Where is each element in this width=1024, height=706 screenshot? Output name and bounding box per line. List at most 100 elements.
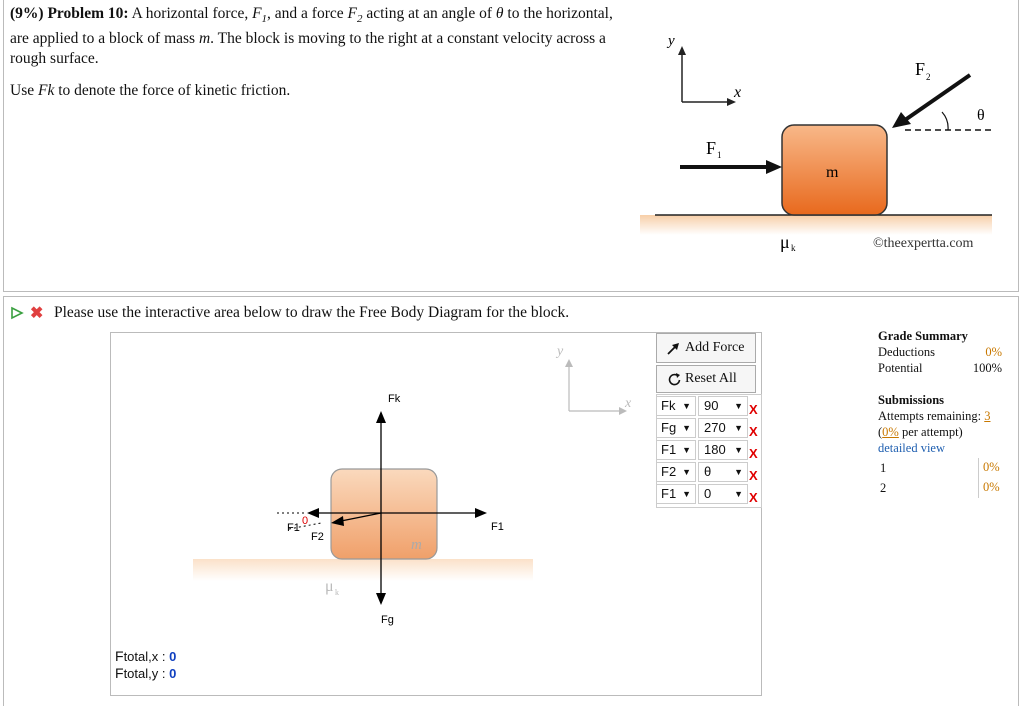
- force-name-select[interactable]: F2 ▼: [656, 462, 696, 482]
- figure-f2-label: F: [915, 59, 925, 79]
- dropdown-caret-icon: ▼: [682, 467, 691, 477]
- figure-axes: [678, 46, 736, 106]
- force-angle: 270: [704, 420, 726, 435]
- force-angle-select[interactable]: 90 ▼: [698, 396, 748, 416]
- f1-right-vector-label: F1: [491, 521, 504, 533]
- submission-score: 0%: [978, 478, 1000, 498]
- canvas-mu-subscript: k: [335, 588, 339, 597]
- fbd-drawing-area[interactable]: y x m μ k Fk Fg F1 F1 F2 0: [111, 333, 656, 695]
- add-force-label: Add Force: [685, 340, 745, 355]
- problem-text-c: acting at an angle of: [362, 5, 496, 22]
- problem-text-a: A horizontal force,: [131, 5, 253, 22]
- submission-number: 1: [880, 461, 887, 475]
- add-force-button[interactable]: Add Force: [656, 333, 756, 363]
- total-y-label: total,y: [123, 666, 159, 681]
- f2-symbol: F: [347, 5, 357, 22]
- part-prompt: Please use the interactive area below to…: [54, 304, 570, 321]
- force-angle-select[interactable]: 0 ▼: [698, 484, 748, 504]
- problem-hint: Use Fk to denote the force of kinetic fr…: [10, 82, 290, 100]
- total-x-label: total,x: [123, 649, 159, 664]
- figure-theta-label: θ: [977, 107, 985, 124]
- detailed-view-link[interactable]: detailed view: [878, 440, 1008, 456]
- reset-all-button[interactable]: Reset All: [656, 365, 756, 393]
- dropdown-caret-icon: ▼: [682, 489, 691, 499]
- force-name: Fg: [661, 420, 677, 435]
- dropdown-caret-icon: ▼: [682, 401, 691, 411]
- force-name-select[interactable]: Fk ▼: [656, 396, 696, 416]
- figure-f2-arrow: [903, 73, 972, 122]
- f1-symbol: F: [252, 5, 262, 22]
- deductions-label: Deductions: [878, 345, 935, 359]
- hint-symbol: Fk: [37, 82, 55, 99]
- total-x-row: Ftotal,x : 0: [115, 648, 177, 664]
- dropdown-caret-icon: ▼: [682, 423, 691, 433]
- force-angle-select[interactable]: 270 ▼: [698, 418, 748, 438]
- attempts-value: 3: [984, 409, 991, 423]
- submission-number: 2: [880, 481, 887, 495]
- reset-all-label: Reset All: [685, 371, 737, 386]
- figure-copyright: ©theexpertta.com: [873, 236, 974, 251]
- total-y-row: Ftotal,y : 0: [115, 665, 177, 681]
- expand-play-icon[interactable]: [10, 306, 24, 320]
- force-angle: 180: [704, 442, 726, 457]
- total-x-f: F: [115, 648, 124, 664]
- force-angle: 0: [704, 486, 712, 501]
- delete-force-button[interactable]: X: [749, 424, 758, 439]
- submission-score: 0%: [978, 458, 1000, 478]
- deductions-row: Deductions 0%: [878, 344, 1008, 360]
- force-name: F2: [661, 464, 677, 479]
- f2-vector-label: F2: [311, 531, 324, 543]
- theta-symbol: θ: [495, 5, 504, 22]
- figure-floor: [640, 215, 992, 235]
- force-row: F1 ▼ 180 ▼ X: [656, 440, 762, 462]
- submissions-title: Submissions: [878, 393, 945, 407]
- attempts-row: Attempts remaining: 3: [878, 408, 1008, 424]
- force-totals: Ftotal,x : 0 Ftotal,y : 0: [115, 648, 176, 682]
- force-name-select[interactable]: F1 ▼: [656, 484, 696, 504]
- attempts-label: Attempts remaining:: [878, 409, 982, 423]
- delete-force-button[interactable]: X: [749, 446, 758, 461]
- force-name: Fk: [661, 398, 676, 413]
- grade-summary-title: Grade Summary: [878, 329, 968, 343]
- force-angle-select[interactable]: θ ▼: [698, 462, 748, 482]
- canvas-y-label: y: [555, 344, 564, 359]
- canvas-x-label: x: [624, 396, 632, 411]
- force-name-select[interactable]: Fg ▼: [656, 418, 696, 438]
- dropdown-caret-icon: ▼: [734, 401, 743, 411]
- reset-icon: [668, 373, 681, 386]
- force-row: F1 ▼ 0 ▼ X: [656, 484, 762, 506]
- potential-value: 100%: [972, 361, 1002, 375]
- delete-force-button[interactable]: X: [749, 468, 758, 483]
- dropdown-caret-icon: ▼: [734, 489, 743, 499]
- total-y-f: F: [115, 665, 124, 681]
- figure-mu-label: μ: [780, 232, 790, 252]
- canvas-floor: [193, 559, 533, 581]
- total-x-value: 0: [169, 649, 177, 664]
- canvas-mu-label: μ: [325, 578, 334, 595]
- hint-text-a: Use: [10, 82, 38, 99]
- figure-mass-label: m: [826, 164, 839, 181]
- force-name-select[interactable]: F1 ▼: [656, 440, 696, 460]
- figure-angle-arc: [941, 111, 949, 131]
- potential-row: Potential 100%: [878, 360, 1008, 376]
- f2-angle-label: 0: [302, 515, 308, 527]
- problem-text-b: , and a force: [267, 5, 348, 22]
- canvas-axes: [565, 359, 627, 415]
- delete-force-button[interactable]: X: [749, 402, 758, 417]
- per-attempt-pct: 0%: [882, 425, 899, 439]
- per-attempt-text: per attempt): [898, 425, 963, 439]
- figure-x-label: x: [733, 84, 741, 101]
- force-angle: θ: [704, 464, 712, 479]
- dropdown-caret-icon: ▼: [734, 423, 743, 433]
- arrow-icon: [667, 343, 679, 355]
- force-angle-select[interactable]: 180 ▼: [698, 440, 748, 460]
- figure-f2-subscript: 2: [926, 72, 931, 82]
- fg-vector-label: Fg: [381, 614, 394, 626]
- delete-force-button[interactable]: X: [749, 490, 758, 505]
- deductions-value: 0%: [985, 345, 1002, 359]
- hint-text-b: to denote the force of kinetic friction.: [54, 82, 291, 99]
- total-y-value: 0: [169, 666, 177, 681]
- submission-row: 2 0%: [878, 478, 1008, 498]
- figure-mu-subscript: k: [791, 243, 796, 253]
- submission-row: 1 0%: [878, 458, 1008, 478]
